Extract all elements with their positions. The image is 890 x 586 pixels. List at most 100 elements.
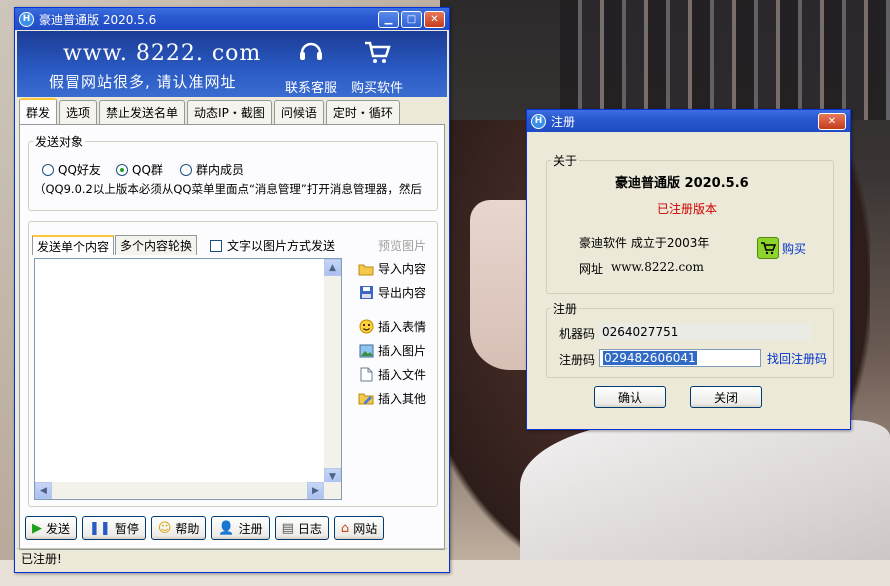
horizontal-scrollbar[interactable]: ◀ ▶ [35,482,341,499]
maximize-button[interactable]: □ [401,10,422,28]
file-icon [358,367,374,383]
status-text: 已注册! [21,552,62,566]
pause-label: 暂停 [114,521,139,536]
buy-label: 购买 [782,241,807,256]
radio-qq-group[interactable]: QQ群 [116,161,163,178]
tab-schedule[interactable]: 定时・循环 [325,100,400,124]
insert-other-label: 插入其他 [378,392,427,406]
send-target-legend: 发送对象 [35,135,84,149]
website-url: www.8222.com [611,260,704,274]
website-prefix: 网址 [579,262,604,276]
send-button[interactable]: ▶ 发送 [25,516,78,540]
insert-file-button[interactable]: 插入文件 [358,366,426,383]
registered-status: 已注册版本 [657,202,718,216]
radio-qq-friends[interactable]: QQ好友 [42,161,101,178]
preview-image-button[interactable]: 预览图片 [378,237,426,254]
home-icon: ⌂ [340,520,350,536]
edit-other-icon [358,391,374,407]
insert-emoji-button[interactable]: 插入表情 [358,318,426,335]
radio-label: 群内成员 [196,163,245,177]
help-label: 帮助 [175,521,200,536]
contact-service-label: 联系客服 [284,81,337,96]
status-bar: 已注册! [17,548,447,568]
main-tabs: 群发 选项 禁止发送名单 动态IP・截图 问候语 定时・循环 [19,98,402,124]
pause-icon: ❚❚ [89,520,111,536]
buy-link[interactable]: 购买 [757,237,806,259]
insert-file-label: 插入文件 [378,368,427,382]
tab-options[interactable]: 选项 [59,100,98,124]
scroll-left-icon[interactable]: ◀ [35,482,52,499]
user-icon: 👤 [218,520,235,536]
mass-send-panel: 发送对象 QQ好友 QQ群 群内成员 （QQ9.0.2以上版本必须从QQ菜单里面… [19,124,445,550]
tab-single-content[interactable]: 发送单个内容 [32,235,115,255]
company-info: 豪迪软件 成立于2003年 [579,236,710,250]
radio-indicator-selected [116,163,128,176]
scroll-up-icon[interactable]: ▲ [324,259,341,276]
pause-button[interactable]: ❚❚ 暂停 [82,516,146,540]
help-button[interactable]: ☺ 帮助 [150,516,207,540]
floppy-disk-icon [358,285,374,301]
image-send-label: 文字以图片方式发送 [227,239,336,253]
message-content-textarea[interactable]: ▲ ▼ ◀ ▶ [34,258,342,500]
ok-button[interactable]: 确认 [594,386,666,408]
tab-greetings[interactable]: 问候语 [273,100,324,124]
insert-other-button[interactable]: 插入其他 [358,390,426,407]
banner-url: www. 8222. com [63,41,262,66]
website-button[interactable]: ⌂ 网站 [333,516,385,540]
import-content-label: 导入内容 [378,262,427,276]
register-dialog: H 注册 ✕ 关于 豪迪普通版 2020.5.6 已注册版本 豪迪软件 成立于2… [526,109,851,430]
register-button[interactable]: 👤 注册 [211,516,270,540]
radio-indicator [42,163,54,176]
machine-code-field: 0264027751 [599,323,811,341]
recover-code-link[interactable]: 找回注册码 [767,350,827,367]
export-content-button[interactable]: 导出内容 [358,284,426,301]
machine-code-value: 0264027751 [602,325,679,339]
background-bookshelf [560,0,890,120]
vertical-scrollbar[interactable]: ▲ ▼ [324,259,341,485]
about-legend: 关于 [553,154,578,168]
send-label: 发送 [46,521,71,536]
register-label: 注册 [238,521,263,536]
main-window: H 豪迪普通版 2020.5.6 ▁ □ ✕ www. 8222. com 假冒… [14,7,450,573]
app-icon: H [19,11,34,27]
image-send-checkbox[interactable]: 文字以图片方式发送 [210,237,335,254]
export-content-label: 导出内容 [378,286,427,300]
scroll-right-icon[interactable]: ▶ [307,482,324,499]
log-button[interactable]: ▤ 日志 [274,516,329,540]
tab-blocklist[interactable]: 禁止发送名单 [99,100,186,124]
product-name: 豪迪普通版 2020.5.6 [615,176,749,191]
register-dialog-title: 注册 [551,114,576,129]
play-icon: ▶ [32,520,42,536]
reg-code-value: 029482606041 [603,351,697,365]
headset-icon [279,39,343,71]
register-close-button[interactable]: ✕ [818,112,846,130]
insert-emoji-label: 插入表情 [378,320,427,334]
close-dialog-button[interactable]: 关闭 [690,386,762,408]
import-content-button[interactable]: 导入内容 [358,260,426,277]
tab-dynamic-ip[interactable]: 动态IP・截图 [187,100,272,124]
help-face-icon: ☺ [157,520,172,536]
close-button[interactable]: ✕ [424,10,445,28]
content-tabs: 发送单个内容 多个内容轮换 [32,235,198,255]
insert-image-button[interactable]: 插入图片 [358,342,426,359]
picture-icon [358,343,374,359]
buy-cart-icon [757,237,779,259]
checkbox-box [210,239,222,252]
log-icon: ▤ [281,520,294,536]
radio-group-members[interactable]: 群内成员 [180,161,244,178]
tab-rotating-content[interactable]: 多个内容轮换 [115,235,198,255]
insert-image-label: 插入图片 [378,344,427,358]
smiley-icon [358,319,374,335]
tab-mass-send[interactable]: 群发 [19,98,58,124]
main-titlebar[interactable]: H 豪迪普通版 2020.5.6 ▁ □ ✕ [15,8,449,30]
register-titlebar[interactable]: H 注册 ✕ [527,110,850,132]
minimize-button[interactable]: ▁ [378,10,399,28]
banner: www. 8222. com 假冒网站很多, 请认准网址 联系客服 购买软件 [17,31,447,97]
radio-label: QQ群 [132,163,163,177]
reg-code-input[interactable]: 029482606041 [599,349,761,367]
bottom-toolbar: ▶ 发送 ❚❚ 暂停 ☺ 帮助 👤 注册 ▤ 日志 ⌂ 网站 [25,516,385,540]
contact-service-button[interactable]: 联系客服 [279,39,343,96]
buy-software-button[interactable]: 购买软件 [345,39,409,96]
folder-icon [358,261,374,277]
buy-software-label: 购买软件 [350,81,403,96]
